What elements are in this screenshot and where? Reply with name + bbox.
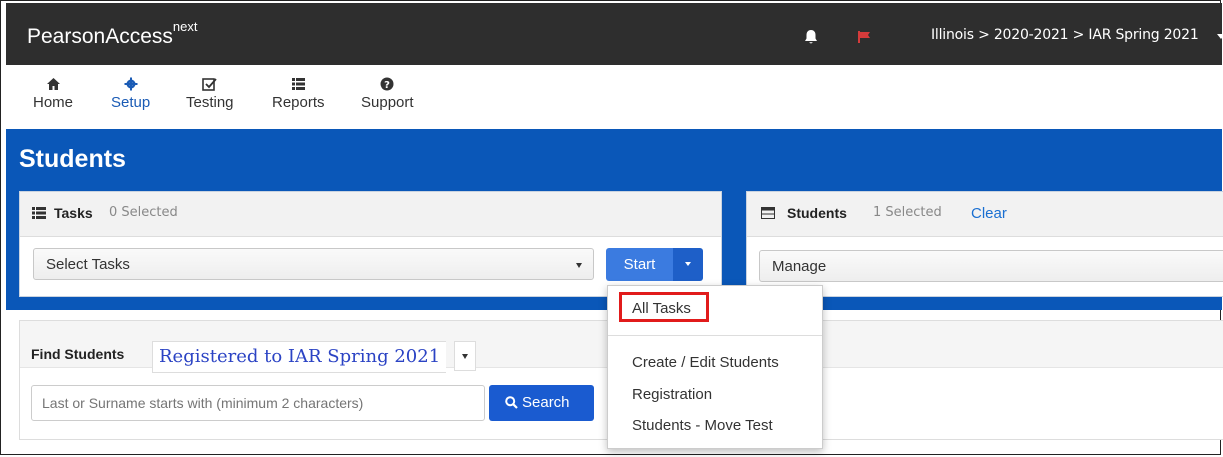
checkbox-icon xyxy=(202,78,217,91)
menu-item-all-tasks[interactable]: All Tasks xyxy=(632,300,691,317)
nav-home[interactable]: Home xyxy=(33,76,73,111)
chevron-down-icon xyxy=(462,354,468,359)
menu-divider xyxy=(608,335,822,336)
students-table-icon xyxy=(761,207,775,219)
tasks-title: Tasks xyxy=(54,205,93,221)
reports-icon xyxy=(291,78,305,90)
nav-reports[interactable]: Reports xyxy=(272,76,325,111)
menu-item-registration[interactable]: Registration xyxy=(632,386,712,403)
search-button[interactable]: Search xyxy=(489,385,594,421)
nav-testing[interactable]: Testing xyxy=(186,76,234,111)
tasks-list-icon xyxy=(32,207,46,219)
students-title: Students xyxy=(787,205,847,221)
registration-filter[interactable]: Registered to IAR Spring 2021 xyxy=(152,341,447,373)
start-dropdown-menu: All Tasks Create / Edit Students Registr… xyxy=(607,285,823,449)
tasks-count: 0 Selected xyxy=(109,205,178,220)
manage-label: Manage xyxy=(772,258,827,275)
nav-home-label: Home xyxy=(33,94,74,111)
nav-support[interactable]: ? Support xyxy=(361,76,414,111)
start-menu-toggle[interactable] xyxy=(673,248,703,281)
breadcrumb[interactable]: Illinois > 2020-2021 > IAR Spring 2021 xyxy=(931,27,1199,43)
main-nav: Home Setup Testing Reports ? Support xyxy=(6,65,1222,129)
flag-icon[interactable] xyxy=(858,31,872,43)
tasks-panel-header: Tasks 0 Selected xyxy=(20,192,721,237)
nav-support-label: Support xyxy=(361,94,414,111)
clear-link[interactable]: Clear xyxy=(971,205,1007,222)
brand-logo[interactable]: PearsonAccessnext xyxy=(27,19,197,49)
top-bar: PearsonAccessnext Illinois > 2020-2021 >… xyxy=(6,3,1223,65)
help-icon: ? xyxy=(380,77,394,91)
nav-reports-label: Reports xyxy=(272,94,325,111)
chevron-down-icon xyxy=(576,263,582,268)
manage-dropdown[interactable]: Manage xyxy=(759,250,1223,282)
students-count: 1 Selected xyxy=(873,205,942,220)
tasks-panel: Tasks 0 Selected Select Tasks xyxy=(19,191,722,297)
start-button[interactable]: Start xyxy=(606,248,673,281)
search-button-label: Search xyxy=(522,394,570,411)
home-icon xyxy=(46,78,60,90)
svg-text:?: ? xyxy=(384,80,390,91)
nav-setup[interactable]: Setup xyxy=(111,76,150,111)
gear-icon xyxy=(124,77,138,91)
find-students-title: Find Students xyxy=(31,346,125,362)
menu-item-create-edit-students[interactable]: Create / Edit Students xyxy=(632,354,779,371)
nav-setup-label: Setup xyxy=(111,94,151,111)
students-panel: Students 1 Selected Clear Manage xyxy=(746,191,1223,297)
bell-icon[interactable] xyxy=(803,29,819,45)
menu-item-students-move-test[interactable]: Students - Move Test xyxy=(632,417,773,434)
chevron-down-icon xyxy=(685,262,691,266)
search-input[interactable] xyxy=(31,385,485,421)
nav-testing-label: Testing xyxy=(186,94,234,111)
students-panel-header: Students 1 Selected Clear xyxy=(747,192,1223,237)
registration-filter-toggle[interactable] xyxy=(454,341,476,371)
select-tasks-dropdown[interactable]: Select Tasks xyxy=(33,248,594,280)
search-icon xyxy=(505,396,518,409)
page-title: Students xyxy=(19,145,126,173)
chevron-down-icon[interactable] xyxy=(1217,34,1223,39)
select-tasks-label: Select Tasks xyxy=(46,256,130,273)
